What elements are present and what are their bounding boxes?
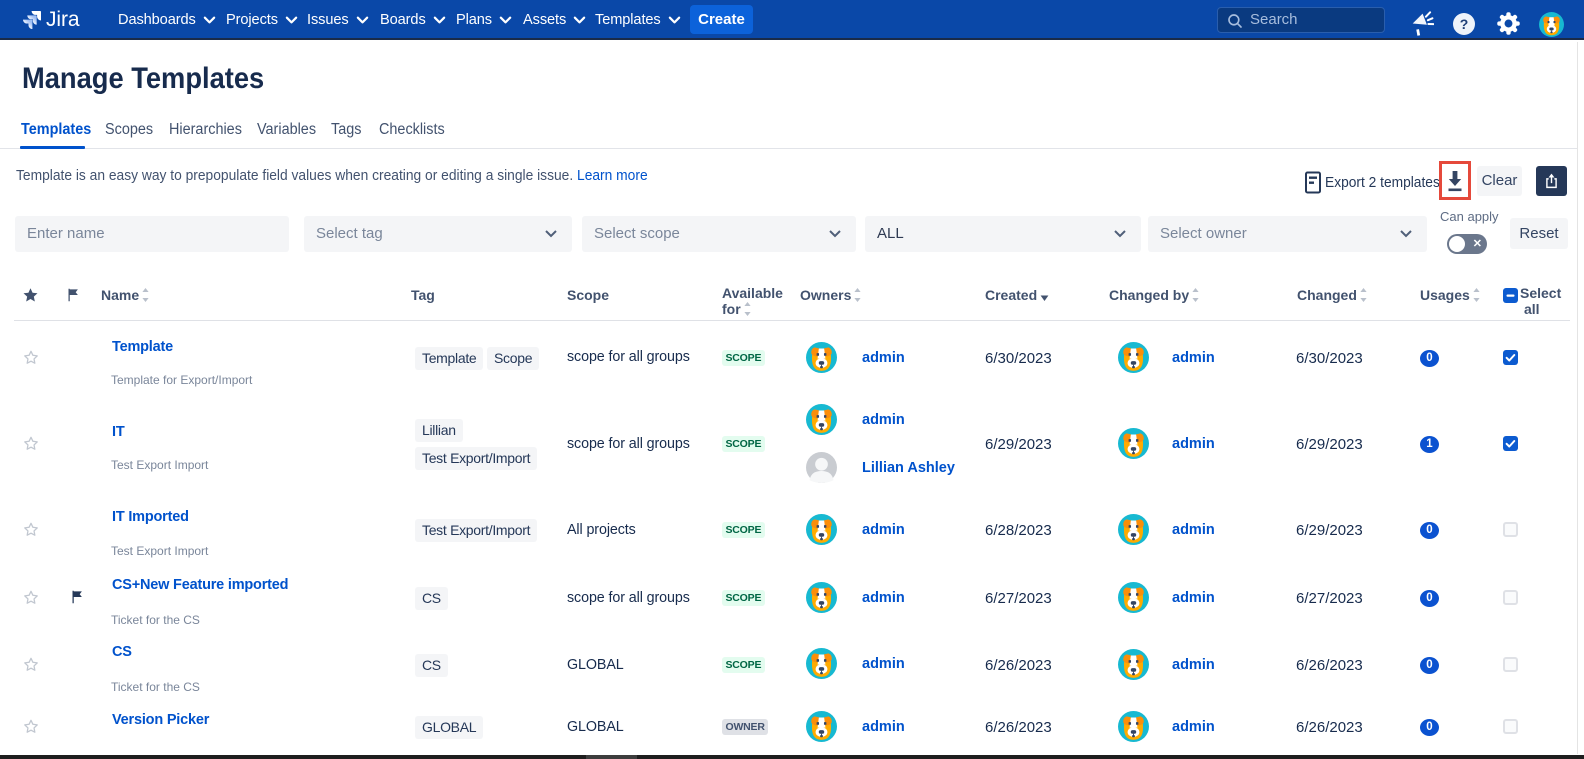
svg-text:?: ? [1460, 16, 1469, 32]
